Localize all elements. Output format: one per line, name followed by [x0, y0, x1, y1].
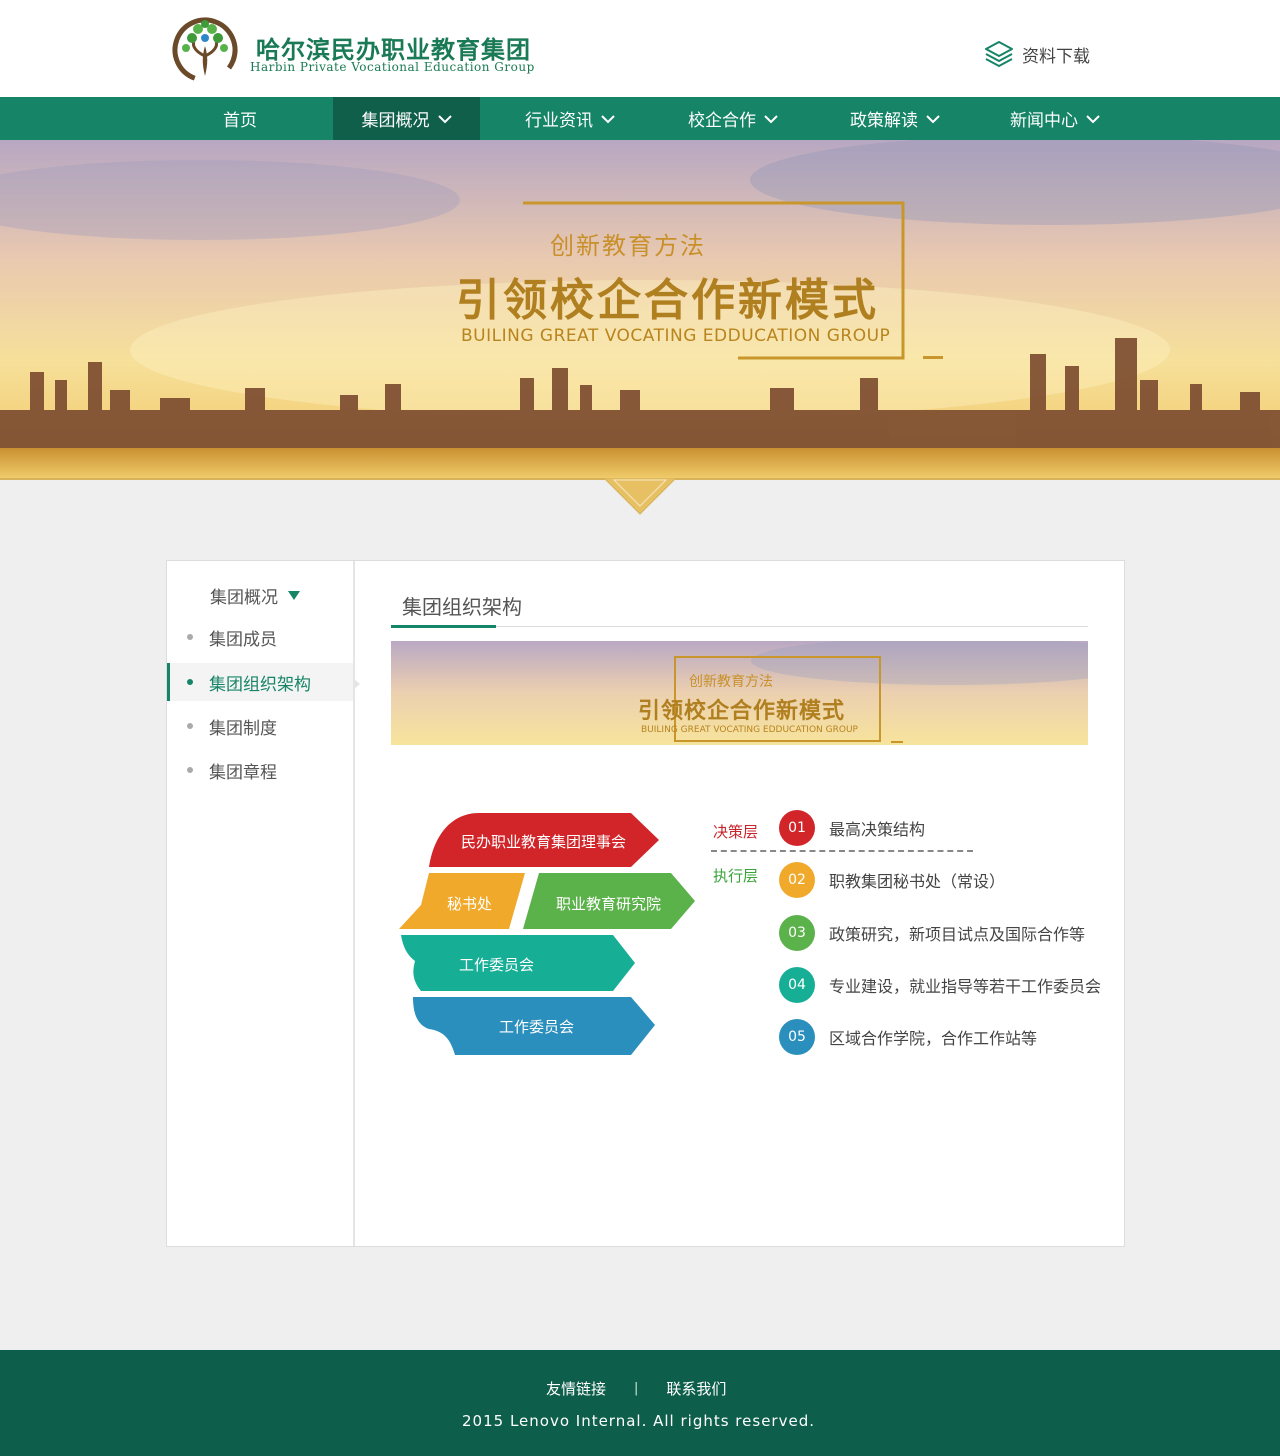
- nav-label: 行业资讯: [525, 111, 593, 131]
- step-text: 政策研究，新项目试点及国际合作等: [829, 925, 1086, 944]
- nav-label: 集团概况: [361, 111, 430, 131]
- banner-notch-decoration: [604, 478, 676, 515]
- step-number-badge: 05: [779, 1019, 815, 1055]
- step-01: 01 最高决策结构: [779, 810, 925, 846]
- triangle-down-icon: [288, 591, 300, 600]
- nav-label: 政策解读: [850, 111, 918, 131]
- step-text: 最高决策结构: [829, 820, 926, 839]
- bullet-icon: [187, 723, 193, 729]
- section-banner-english: BUILING GREAT VOCATING EDDUCATION GROUP: [641, 725, 858, 735]
- chevron-down-icon: [1086, 114, 1100, 123]
- download-link[interactable]: 资料下载: [984, 40, 1090, 68]
- step-text: 职教集团秘书处（常设）: [829, 872, 1006, 891]
- layer-label-decision: 决策层: [713, 823, 759, 841]
- sidebar-item-label: 集团制度: [209, 718, 277, 739]
- section-banner-title: 引领校企合作新模式: [638, 699, 846, 724]
- sidebar-item-regulations[interactable]: 集团制度: [167, 707, 353, 745]
- banner-title: 引领校企合作新模式: [456, 275, 879, 326]
- footer-link-contact[interactable]: 联系我们: [666, 1378, 726, 1399]
- main-nav: 首页 集团概况 行业资讯 校企合作 政策解读 新闻中心: [0, 97, 1280, 140]
- content-card: 集团概况 集团成员 集团组织架构 集团制度 集团章程 集团组织架构 创新教育方法…: [166, 560, 1125, 1247]
- banner-subtitle: 创新教育方法: [550, 232, 706, 260]
- diagram-label-committee-2: 工作委员会: [499, 1018, 575, 1036]
- step-05: 05 区域合作学院，合作工作站等: [779, 1019, 1037, 1055]
- hero-banner: 创新教育方法 引领校企合作新模式 BUILING GREAT VOCATING …: [0, 140, 1280, 480]
- chevron-down-icon: [764, 114, 778, 123]
- layers-icon: [985, 41, 1013, 67]
- nav-item-cooperation[interactable]: 校企合作: [663, 97, 803, 140]
- sidebar-item-charter[interactable]: 集团章程: [167, 751, 353, 789]
- step-number-badge: 02: [779, 862, 815, 898]
- layer-divider: [711, 850, 973, 852]
- sidebar-item-org-structure[interactable]: 集团组织架构: [167, 663, 353, 701]
- sidebar-item-members[interactable]: 集团成员: [167, 618, 353, 656]
- logo-title-en: Harbin Private Vocational Education Grou…: [250, 60, 535, 74]
- logo-tree-icon[interactable]: [172, 16, 238, 82]
- nav-item-overview[interactable]: 集团概况: [333, 97, 480, 140]
- nav-label: 校企合作: [688, 111, 756, 131]
- footer-copyright: 2015 Lenovo Internal. All rights reserve…: [462, 1412, 815, 1430]
- nav-label: 新闻中心: [1010, 111, 1078, 131]
- sidebar-item-label: 集团组织架构: [209, 674, 311, 695]
- download-label: 资料下载: [1022, 46, 1090, 67]
- step-number-badge: 01: [779, 810, 815, 846]
- bullet-icon: [187, 679, 193, 685]
- bullet-icon: [187, 634, 193, 640]
- sidebar: 集团概况 集团成员 集团组织架构 集团制度 集团章程: [167, 561, 360, 1246]
- diagram-label-research: 职业教育研究院: [556, 895, 662, 913]
- section-banner: 创新教育方法 引领校企合作新模式 BUILING GREAT VOCATING …: [391, 641, 1088, 745]
- footer-link-friends[interactable]: 友情链接: [546, 1378, 606, 1399]
- nav-item-policy[interactable]: 政策解读: [825, 97, 965, 140]
- step-text: 区域合作学院，合作工作站等: [829, 1029, 1038, 1048]
- step-04: 04 专业建设，就业指导等若干工作委员会: [779, 967, 1101, 1003]
- sidebar-item-label: 集团成员: [209, 629, 277, 650]
- step-03: 03 政策研究，新项目试点及国际合作等: [779, 915, 1085, 951]
- sidebar-heading[interactable]: 集团概况: [210, 583, 300, 608]
- diagram-label-secretariat: 秘书处: [447, 895, 493, 913]
- footer-links: 友情链接 | 联系我们: [546, 1378, 726, 1399]
- diagram-label-council: 民办职业教育集团理事会: [461, 833, 627, 851]
- footer-separator: |: [634, 1381, 639, 1396]
- nav-item-home[interactable]: 首页: [190, 97, 290, 140]
- sidebar-active-arrow-icon: [354, 679, 360, 689]
- step-text: 专业建设，就业指导等若干工作委员会: [829, 977, 1102, 996]
- layer-label-execution: 执行层: [713, 867, 759, 885]
- step-number-badge: 03: [779, 915, 815, 951]
- nav-item-industry-news[interactable]: 行业资讯: [500, 97, 640, 140]
- chevron-down-icon: [601, 114, 615, 123]
- banner-english: BUILING GREAT VOCATING EDDUCATION GROUP: [461, 326, 891, 346]
- title-accent-bar: [391, 625, 496, 628]
- section-banner-subtitle: 创新教育方法: [689, 674, 773, 690]
- site-footer: 友情链接 | 联系我们 2015 Lenovo Internal. All ri…: [0, 1350, 1280, 1456]
- site-header: 哈尔滨民办职业教育集团 Harbin Private Vocational Ed…: [0, 0, 1280, 97]
- page-title: 集团组织架构: [402, 595, 522, 619]
- sidebar-heading-label: 集团概况: [210, 588, 278, 608]
- chevron-down-icon: [926, 114, 940, 123]
- chevron-down-icon: [437, 114, 452, 123]
- step-02: 02 职教集团秘书处（常设）: [779, 862, 1005, 898]
- sidebar-item-label: 集团章程: [209, 762, 277, 783]
- nav-item-news-center[interactable]: 新闻中心: [985, 97, 1125, 140]
- diagram-label-committee-1: 工作委员会: [459, 956, 535, 974]
- nav-label: 首页: [223, 111, 257, 131]
- bullet-icon: [187, 767, 193, 773]
- step-number-badge: 04: [779, 967, 815, 1003]
